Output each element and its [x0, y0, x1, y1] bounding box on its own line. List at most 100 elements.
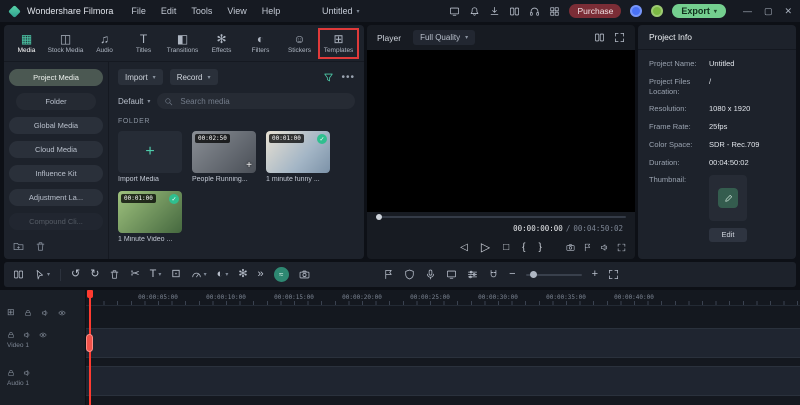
tab-transitions[interactable]: ◧ Transitions — [163, 30, 202, 57]
record-button[interactable]: Record ▾ — [169, 69, 218, 85]
edit-thumbnail-button[interactable]: Edit — [709, 228, 747, 243]
video-thumbnail[interactable]: 00:01:00 ✓ — [118, 191, 182, 233]
screen-record-button[interactable] — [446, 269, 457, 280]
chevron-down-icon[interactable]: ▾ — [357, 8, 360, 15]
import-button[interactable]: Import ▾ — [118, 69, 163, 85]
account-badge-green[interactable] — [651, 5, 664, 17]
more-options-icon[interactable]: ••• — [341, 72, 355, 83]
sidebar-item-folder[interactable]: Folder — [15, 93, 97, 110]
select-tool-button[interactable]: ▾ — [34, 269, 50, 280]
video-thumbnail[interactable]: 00:01:00 ✓ — [266, 131, 330, 173]
purchase-button[interactable]: Purchase — [569, 4, 622, 18]
more-tools-button[interactable]: » — [258, 269, 264, 280]
video-track-lane[interactable] — [86, 328, 800, 358]
tab-effects[interactable]: ✻ Effects — [202, 30, 241, 57]
seek-handle[interactable] — [376, 214, 382, 220]
tab-stickers[interactable]: ☺ Stickers — [280, 30, 319, 57]
color-button[interactable]: ◐ ▾ — [217, 269, 229, 280]
sidebar-item-cloud-media[interactable]: Cloud Media — [9, 141, 103, 158]
mute-speaker-icon[interactable] — [23, 331, 31, 339]
zoom-out-button[interactable]: − — [509, 269, 515, 280]
mark-in-button[interactable]: { — [522, 242, 525, 253]
seek-bar[interactable] — [367, 212, 635, 222]
media-item-people-running[interactable]: 00:02:50 + People Running... — [192, 131, 256, 183]
add-track-icon[interactable]: ⊞ — [7, 307, 15, 318]
record-voiceover-button[interactable] — [425, 269, 436, 280]
mute-speaker-icon[interactable] — [41, 309, 49, 317]
export-button[interactable]: Export ▾ — [672, 4, 726, 18]
detach-player-icon[interactable] — [614, 32, 625, 43]
tab-filters[interactable]: ◐ Filters — [241, 30, 280, 57]
zoom-in-button[interactable]: + — [592, 269, 598, 280]
eye-icon[interactable] — [58, 309, 66, 317]
filter-funnel-icon[interactable] — [323, 72, 334, 83]
marker-button[interactable] — [383, 269, 394, 280]
eye-icon[interactable] — [39, 331, 47, 339]
new-folder-icon[interactable] — [13, 241, 24, 252]
device-icon[interactable] — [449, 6, 460, 17]
audio-stretch-toggle[interactable]: ≈ — [273, 267, 289, 282]
support-headset-icon[interactable] — [529, 6, 540, 17]
video-thumbnail[interactable]: 00:02:50 + — [192, 131, 256, 173]
timeline-zoom-slider[interactable] — [525, 271, 582, 278]
sidebar-item-influence-kit[interactable]: Influence Kit — [9, 165, 103, 182]
minimize-button[interactable]: — — [743, 6, 752, 16]
marker-flag-icon[interactable] — [583, 243, 592, 252]
media-item-one-minute-video[interactable]: 00:01:00 ✓ 1 Minute Video ... — [118, 191, 182, 243]
mask-shield-button[interactable] — [404, 269, 415, 280]
shortcut-grid-icon[interactable] — [549, 6, 560, 17]
snapshot-button[interactable] — [299, 269, 310, 280]
lock-icon[interactable] — [7, 331, 15, 339]
import-media-tile[interactable]: + — [118, 131, 182, 173]
timeline-ruler[interactable]: 00:00:05:00 00:00:10:00 00:00:15:00 00:0… — [86, 290, 800, 306]
account-badge-blue[interactable] — [630, 5, 643, 17]
fullscreen-icon[interactable] — [617, 243, 626, 252]
snap-magnet-toggle[interactable] — [488, 269, 499, 280]
volume-icon[interactable] — [600, 243, 609, 252]
split-view-icon[interactable] — [594, 32, 605, 43]
workspace-layout-icon[interactable] — [13, 269, 24, 280]
menu-tools[interactable]: Tools — [191, 6, 212, 16]
snapshot-camera-icon[interactable] — [566, 243, 575, 252]
menu-help[interactable]: Help — [262, 6, 281, 16]
notifications-bell-icon[interactable] — [469, 6, 480, 17]
sort-dropdown[interactable]: Default ▾ — [118, 97, 150, 106]
lock-icon[interactable] — [24, 309, 32, 317]
seek-track[interactable] — [376, 214, 626, 220]
mark-out-button[interactable]: } — [538, 242, 541, 253]
menu-view[interactable]: View — [227, 6, 246, 16]
mute-speaker-icon[interactable] — [23, 369, 31, 377]
add-to-timeline-icon[interactable]: + — [246, 160, 252, 171]
tab-audio[interactable]: ♫ Audio — [85, 30, 124, 57]
close-button[interactable]: ✕ — [784, 6, 792, 17]
menu-file[interactable]: File — [131, 6, 146, 16]
tab-media[interactable]: ▦ Media — [7, 30, 46, 57]
layout-icon[interactable] — [509, 6, 520, 17]
previous-frame-button[interactable]: ◁ — [460, 242, 468, 253]
delete-button[interactable] — [109, 269, 120, 280]
search-input[interactable] — [178, 95, 348, 107]
video-preview[interactable] — [367, 50, 635, 212]
audio-track-lane[interactable] — [86, 366, 800, 396]
ai-effects-button[interactable]: ✻ — [238, 269, 247, 280]
playhead-grip[interactable] — [86, 334, 93, 352]
playback-quality-dropdown[interactable]: Full Quality ▾ — [413, 30, 476, 45]
stop-button[interactable]: □ — [503, 242, 509, 253]
audio-mixer-button[interactable] — [467, 269, 478, 280]
media-item-funny-video[interactable]: 00:01:00 ✓ 1 minute funny ... — [266, 131, 330, 183]
project-thumbnail[interactable] — [709, 175, 747, 222]
split-scissors-button[interactable]: ✂ — [130, 269, 139, 280]
tab-templates[interactable]: ⊞ Templates — [318, 27, 359, 59]
media-item-import[interactable]: + Import Media — [118, 131, 182, 183]
menu-edit[interactable]: Edit — [161, 6, 177, 16]
lock-icon[interactable] — [7, 369, 15, 377]
delete-icon[interactable] — [35, 241, 46, 252]
playhead-handle[interactable] — [87, 290, 93, 298]
sidebar-item-global-media[interactable]: Global Media — [9, 117, 103, 134]
tab-titles[interactable]: T Titles — [124, 30, 163, 57]
maximize-button[interactable]: ▢ — [764, 6, 773, 17]
text-tool-button[interactable]: T ▾ — [150, 269, 162, 280]
redo-button[interactable]: ↻ — [90, 269, 99, 280]
download-icon[interactable] — [489, 6, 500, 17]
tab-stock-media[interactable]: ◫ Stock Media — [46, 30, 85, 57]
